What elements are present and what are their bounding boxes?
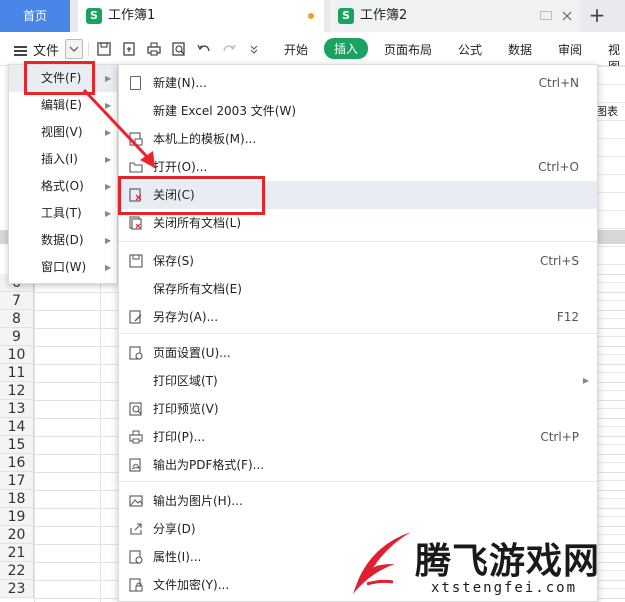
annotation-arrow-icon [82, 88, 155, 168]
bird-logo-icon [353, 532, 411, 594]
watermark: 腾飞游戏网 xtstengfei.com [345, 522, 623, 600]
watermark-title: 腾飞游戏网 [415, 540, 601, 582]
watermark-subtitle: xtstengfei.com [431, 580, 578, 596]
